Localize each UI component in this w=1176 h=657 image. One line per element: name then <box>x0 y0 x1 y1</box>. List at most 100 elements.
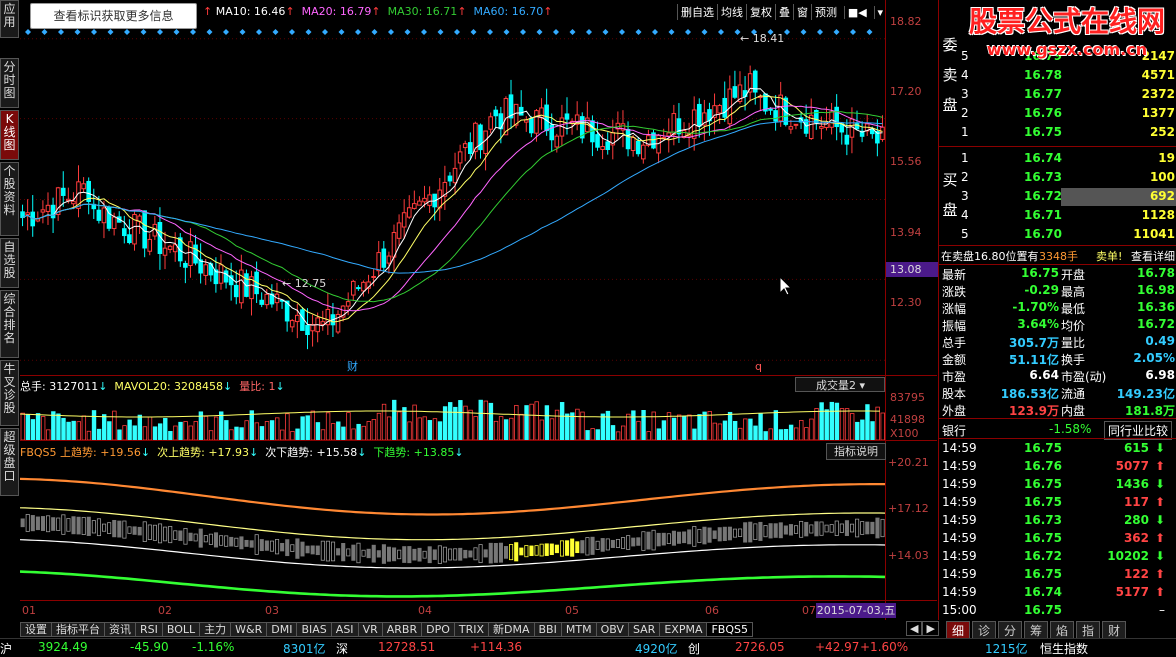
x-month-label: 02 <box>158 604 172 617</box>
toolbar-button[interactable]: 均线 <box>717 4 746 20</box>
fbqs-chart[interactable] <box>20 460 885 600</box>
stat-row: 涨幅 -1.70% 最低 16.36 <box>942 300 1175 316</box>
stat-row: 涨跌 -0.29 最高 16.98 <box>942 283 1175 299</box>
indicator-tab[interactable]: VR <box>357 622 383 637</box>
fbqs-axis-3: +14.03 <box>888 549 929 562</box>
indicator-tab[interactable]: BIAS <box>296 622 332 637</box>
x-month-label: 04 <box>418 604 432 617</box>
arrow-down-icon: ⬇ <box>1154 513 1165 527</box>
price-axis-label: 17.20 <box>890 85 922 98</box>
vol-axis-unit: X100 <box>890 427 919 440</box>
volume-chart[interactable] <box>20 392 885 440</box>
current-price-box: 13.08 <box>886 262 938 277</box>
indicator-tab[interactable]: MTM <box>560 622 597 637</box>
tick-row: 14:59 16.73 280 ⬇ <box>942 513 1165 527</box>
order-book-row[interactable]: 1 16.74 19 <box>939 150 1176 167</box>
order-book-row[interactable]: 5 16.70 11041 <box>939 226 1176 243</box>
toolbar-button[interactable]: 复权 <box>746 4 775 20</box>
price-axis-label: 18.82 <box>890 15 922 28</box>
indicator-tab[interactable]: DPO <box>421 622 455 637</box>
indicator-tab[interactable]: DMI <box>266 622 298 637</box>
indicator-tab[interactable]: SAR <box>627 622 661 637</box>
side-tab[interactable]: 个股资料 <box>0 162 19 236</box>
side-tab[interactable]: 综合排名 <box>0 290 19 358</box>
tick-row: 14:59 16.74 5177 ⬆ <box>942 585 1165 599</box>
order-book-row[interactable]: 3 16.72 692 <box>939 188 1176 206</box>
side-tab[interactable]: 牛叉诊股 <box>0 360 19 426</box>
indicator-tab[interactable]: RSI <box>135 622 163 637</box>
tick-row: 14:59 16.75 362 ⬆ <box>942 531 1165 545</box>
order-book-row[interactable]: 4 16.78 4571 <box>939 67 1176 84</box>
indicator-tab[interactable]: BOLL <box>161 622 201 637</box>
stat-row: 外盘 123.9万 内盘 181.8万 <box>942 404 1175 418</box>
x-month-label: 03 <box>265 604 279 617</box>
vol-axis-top: 83795 <box>890 391 925 404</box>
x-month-label: 01 <box>22 604 36 617</box>
tick-row: 14:59 16.72 10202 ⬇ <box>942 549 1165 563</box>
price-axis-label: 15.56 <box>890 155 922 168</box>
toolbar-button[interactable]: 预测 <box>811 4 840 20</box>
indicator-tabs: 设置 指标平台 资讯 RSI BOLL 主力 W&R DMI BIAS ASI VR ARBR DPO T… <box>20 622 753 637</box>
indicator-tab[interactable]: ASI <box>330 622 359 637</box>
tick-row: 14:59 16.75 122 ⬆ <box>942 567 1165 581</box>
info-tooltip[interactable]: 查看标识获取更多信息 <box>30 3 197 29</box>
ma-legend: ↑ MA10: 16.46↑ MA20: 16.79↑ MA30: 16.71↑… <box>203 5 553 18</box>
side-tab[interactable]: 自选股 <box>0 238 19 288</box>
indicator-tab[interactable]: 资讯 <box>104 622 136 637</box>
toolbar-button[interactable]: 窗 <box>793 4 811 20</box>
ma30-label: MA30: 16.71 <box>387 5 458 18</box>
high-price-label: ← 18.41 <box>740 32 784 45</box>
order-book-row[interactable]: 1 16.75 252 <box>939 124 1176 141</box>
exit-icon[interactable]: ■◀ <box>843 6 870 19</box>
indicator-tab[interactable]: OBV <box>595 622 629 637</box>
tab-scroll-arrows[interactable]: ◀ ▶ <box>906 621 939 636</box>
stat-row: 振幅 3.64% 均价 16.72 <box>942 317 1175 333</box>
indicator-tab[interactable]: EXPMA <box>659 622 708 637</box>
chart-toolbar: 删自选 均线 复权叠窗预测 ■◀ ▾ <box>677 4 887 20</box>
side-tab[interactable]: 应用 <box>0 0 19 38</box>
ma10-label: MA10: 16.46 <box>215 5 286 18</box>
side-tab[interactable]: 分时图 <box>0 58 19 108</box>
indicator-tab[interactable]: 主力 <box>199 622 232 637</box>
order-book-row[interactable]: 3 16.77 2372 <box>939 86 1176 103</box>
indicator-tab[interactable]: FBQS5 <box>706 622 753 637</box>
stat-row: 最新 16.75 开盘 16.78 <box>942 266 1175 282</box>
industry-pct: -1.58% <box>1049 422 1092 436</box>
toolbar-button[interactable]: 叠 <box>775 4 793 20</box>
indicator-tab[interactable]: BBI <box>533 622 562 637</box>
arrow-up-icon: ⬆ <box>1154 531 1165 545</box>
industry-row: 银行 -1.58% 同行业比较 <box>939 421 1176 440</box>
fbqs-axis-1: +20.21 <box>888 456 929 469</box>
order-book-row[interactable]: 2 16.76 1377 <box>939 105 1176 122</box>
vol-axis-mid: 41898 <box>890 413 925 426</box>
industry-name: 银行 <box>942 424 967 438</box>
volume-dropdown[interactable]: 成交量2 ▾ <box>795 377 885 392</box>
side-tab[interactable]: 超级盘口 <box>0 428 19 496</box>
low-price-label: ← 12.75 <box>282 277 326 290</box>
divider <box>20 375 937 376</box>
indicator-tab[interactable]: TRIX <box>453 622 490 637</box>
indicator-tab[interactable]: ARBR <box>381 622 423 637</box>
order-notice[interactable]: 在卖盘16.80位置有 3348手 卖单! 查看详细 <box>939 247 1176 264</box>
side-tab[interactable]: K线图 <box>0 110 19 160</box>
quote-panel: 委卖盘 买盘 5 16.79 2147 4 16.78 4571 3 16.77 2372 2 16… <box>938 0 1176 620</box>
divider <box>20 440 937 441</box>
date-cursor-box: 2015-07-03,五 <box>816 603 896 618</box>
toolbar-button[interactable]: 删自选 <box>677 4 717 20</box>
indicator-tab[interactable]: 设置 <box>20 622 52 637</box>
fbqs-legend: FBQS5 上趋势: +19.56↓ 次上趋势: +17.93↓ 次下趋势: +… <box>20 446 464 459</box>
event-marker[interactable]: q <box>755 360 762 373</box>
indicator-tab[interactable]: 指标平台 <box>51 622 105 637</box>
indicator-tab[interactable]: 新DMA <box>488 622 535 637</box>
fbqs-down-trend: 下趋势: +13.85 <box>373 446 455 459</box>
arrow-down-icon: ⬇ <box>1154 441 1165 455</box>
indicator-help-button[interactable]: 指标说明 <box>826 443 886 460</box>
indicator-tab[interactable]: W&R <box>230 622 268 637</box>
order-book-row[interactable]: 4 16.71 1128 <box>939 207 1176 224</box>
tick-row: 14:59 16.75 117 ⬆ <box>942 495 1165 509</box>
watermark: 股票公式在线网 www.gszx.com.cn <box>968 5 1165 59</box>
kline-chart[interactable]: ← 18.41 ← 12.75 财 q <box>20 20 885 375</box>
order-book-row[interactable]: 2 16.73 100 <box>939 169 1176 186</box>
finance-marker[interactable]: 财 <box>347 359 358 373</box>
ma60-label: MA60: 16.70 <box>473 5 544 18</box>
